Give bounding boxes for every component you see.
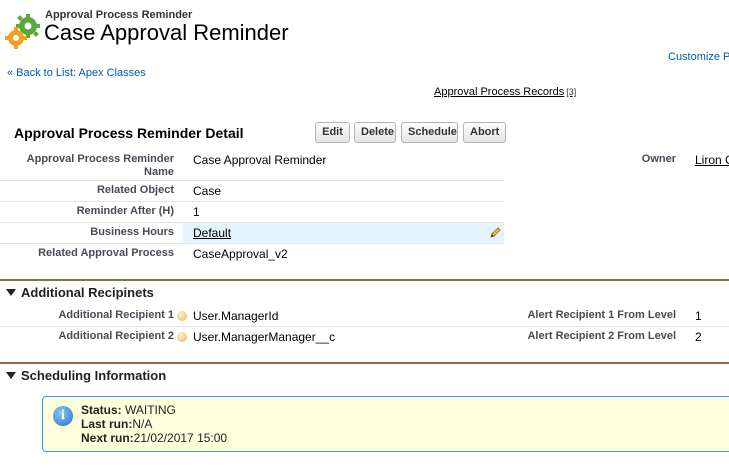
recipient-row: Additional Recipient 2 User.ManagerManag… (0, 327, 729, 348)
owner-link[interactable]: Liron C (695, 153, 729, 167)
field-label: Related Object (96, 184, 174, 196)
edit-button[interactable]: Edit (315, 122, 350, 143)
section-divider (0, 362, 729, 364)
additional-recipients-header[interactable]: Additional Recipinets (6, 285, 154, 300)
approval-process-records-link[interactable]: Approval Process Records [3] (434, 86, 576, 98)
field-label: Business Hours (90, 226, 174, 238)
field-row-related-object: Related Object Case (0, 181, 504, 202)
level-value: 1 (695, 309, 702, 323)
field-label: Related Approval Process (38, 247, 174, 259)
detail-section-title: Approval Process Reminder Detail (14, 125, 244, 141)
lookup-icon[interactable] (177, 311, 187, 321)
delete-button[interactable]: Delete (354, 122, 396, 143)
recipient-label: Additional Recipient 1 (58, 309, 174, 321)
recipient-label: Additional Recipient 2 (58, 330, 174, 342)
field-row-related-approval: Related Approval Process CaseApproval_v2 (0, 244, 504, 264)
status-label: Status: (81, 403, 122, 417)
last-run-value: N/A (132, 417, 153, 431)
last-run-line: Last run:N/A (81, 417, 152, 431)
section-title: Additional Recipinets (21, 285, 154, 300)
collapse-triangle-icon[interactable] (6, 372, 16, 379)
field-value: Case Approval Reminder (193, 153, 327, 167)
level-label: Alert Recipient 2 From Level (527, 330, 676, 342)
field-row-business-hours: Business Hours Default (0, 223, 504, 244)
schedule-button[interactable]: Schedule (401, 122, 458, 143)
related-link-label: Approval Process Records (434, 86, 565, 98)
level-value: 2 (695, 330, 702, 344)
scheduling-header[interactable]: Scheduling Information (6, 368, 166, 383)
section-title: Scheduling Information (21, 368, 167, 383)
business-hours-highlight[interactable]: Default (183, 223, 504, 243)
field-label: Reminder After (H) (76, 205, 174, 217)
page-title: Case Approval Reminder (44, 20, 289, 45)
pencil-icon[interactable] (489, 226, 502, 239)
next-run-value: 21/02/2017 15:00 (133, 431, 228, 445)
business-hours-link[interactable]: Default (193, 226, 231, 240)
field-value: Case (193, 184, 222, 198)
recipient-value: User.ManagerManager__c (193, 330, 336, 344)
status-value: WAITING (121, 403, 176, 417)
recipient-row: Additional Recipient 1 User.ManagerId Al… (0, 305, 729, 327)
scheduling-info-box: i Status: WAITING Last run:N/A Next run:… (42, 396, 729, 452)
gears-icon (5, 14, 40, 49)
collapse-triangle-icon[interactable] (6, 289, 16, 296)
field-value: CaseApproval_v2 (193, 247, 288, 261)
last-run-label: Last run: (81, 417, 133, 431)
customize-page-link[interactable]: Customize P (668, 51, 729, 63)
back-to-list-link[interactable]: « Back to List: Apex Classes (7, 67, 146, 79)
field-row-reminder-after: Reminder After (H) 1 (0, 202, 504, 223)
abort-button[interactable]: Abort (463, 122, 506, 143)
status-line: Status: WAITING (81, 403, 176, 417)
field-label: Approval Process Reminder Name (26, 153, 174, 178)
next-run-line: Next run:21/02/2017 15:00 (81, 431, 227, 445)
field-value: 1 (193, 205, 200, 219)
field-row-name: Approval Process Reminder Name Case Appr… (0, 149, 504, 181)
related-count: [3] (566, 87, 577, 97)
info-icon: i (53, 406, 73, 426)
next-run-label: Next run: (81, 431, 134, 445)
recipient-value: User.ManagerId (193, 309, 279, 323)
owner-label: Owner (641, 153, 676, 165)
level-label: Alert Recipient 1 From Level (527, 309, 676, 321)
lookup-icon[interactable] (177, 332, 187, 342)
section-divider (0, 279, 729, 281)
